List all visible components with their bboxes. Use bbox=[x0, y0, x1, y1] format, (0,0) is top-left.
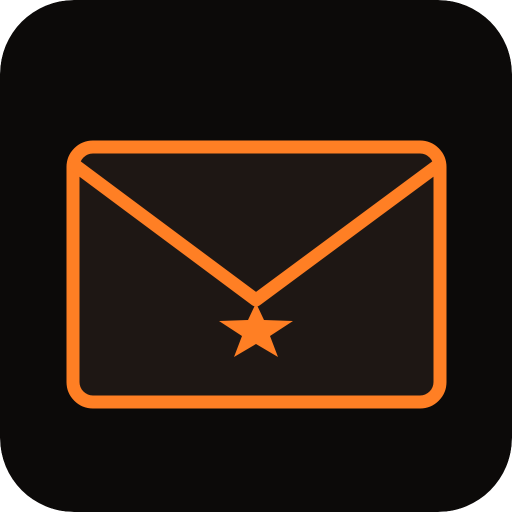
envelope-icon bbox=[66, 140, 447, 409]
app-icon[interactable] bbox=[0, 0, 512, 512]
envelope-star-graphic bbox=[0, 0, 512, 512]
envelope-body bbox=[66, 140, 447, 409]
